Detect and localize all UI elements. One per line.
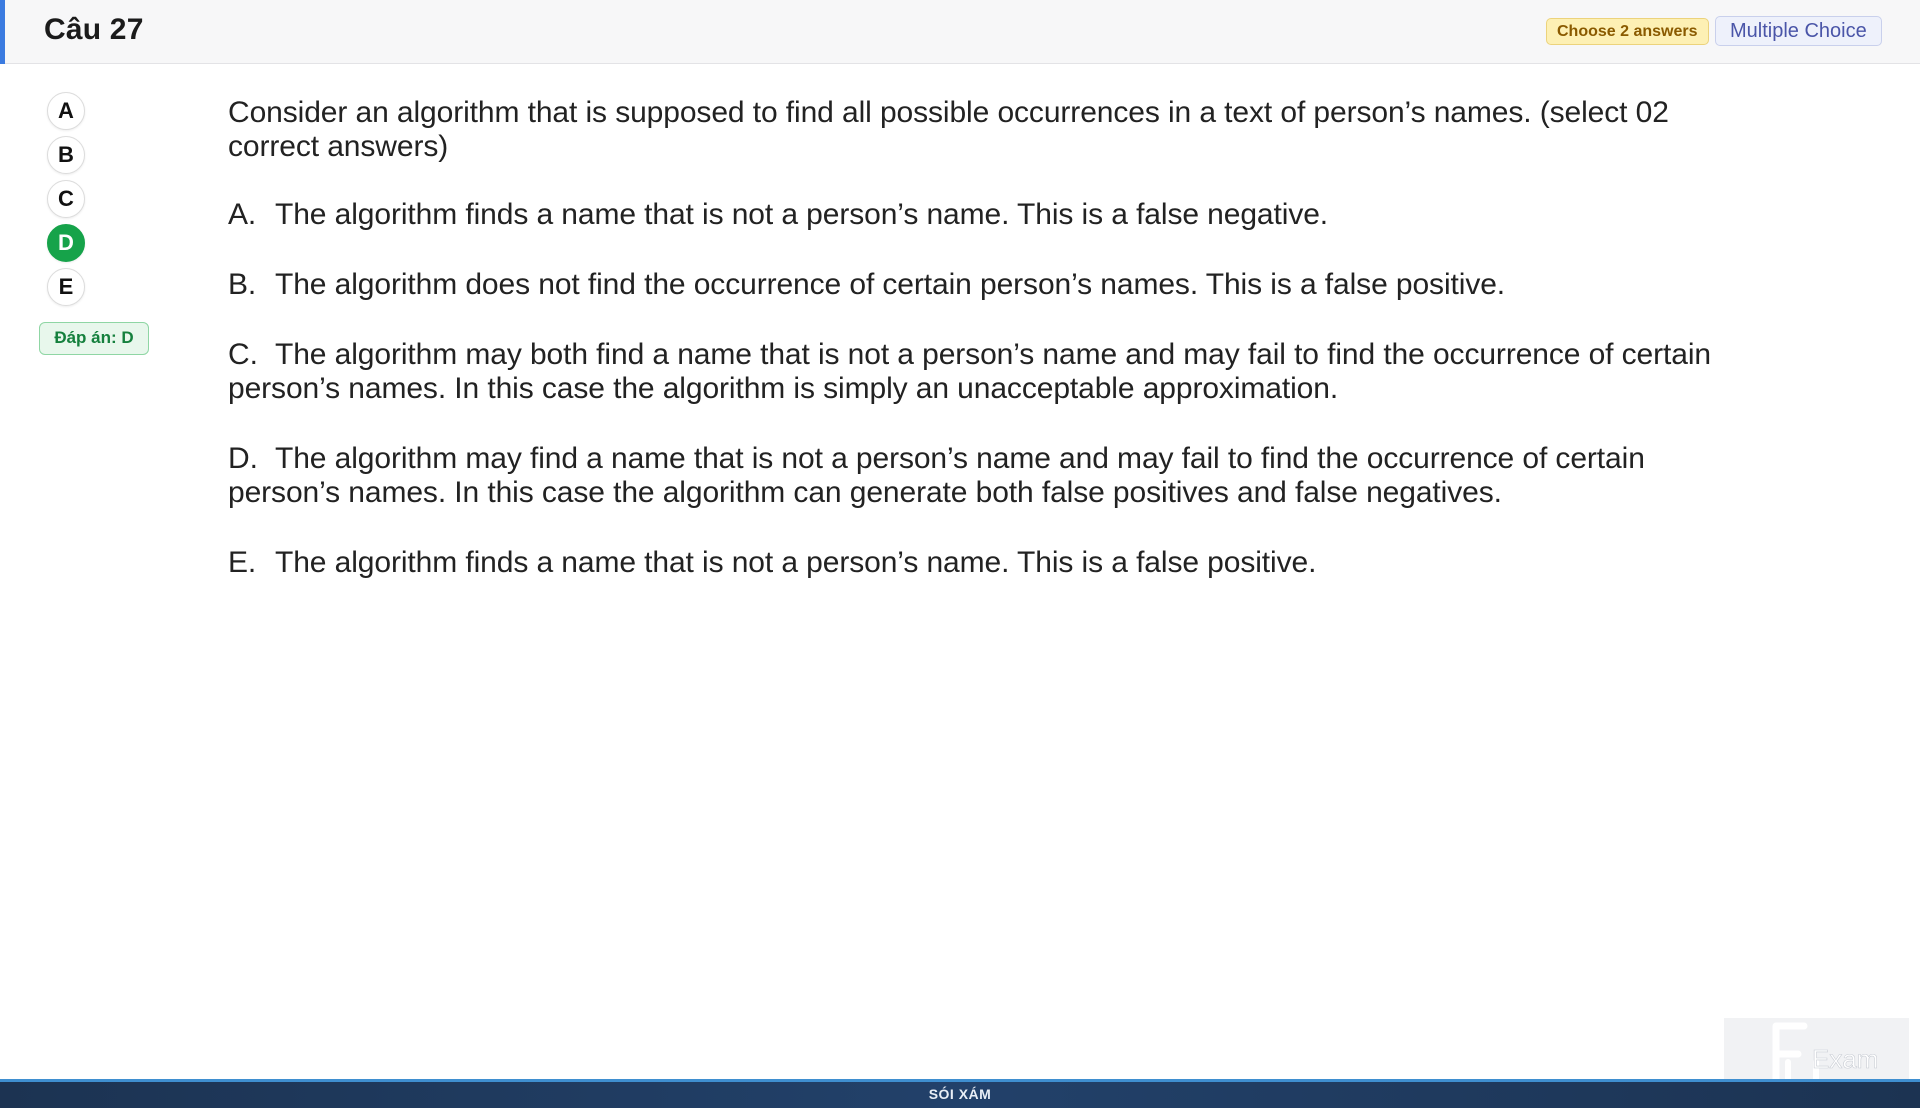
- footer-bar: SÓI XÁM: [0, 1079, 1920, 1108]
- svg-text:Exam: Exam: [1812, 1044, 1878, 1074]
- option-a-button[interactable]: A: [47, 92, 85, 130]
- option-label: B.: [228, 268, 257, 301]
- option-label: C.: [228, 338, 258, 371]
- header-accent-bar: [0, 0, 5, 64]
- question-type-badge: Multiple Choice: [1715, 16, 1882, 46]
- question-option-c: C. The algorithm may both find a name tha…: [228, 338, 1748, 406]
- question-page: Câu 27 Choose 2 answers Multiple Choice …: [0, 0, 1920, 1108]
- option-text: The algorithm may both find a name that …: [228, 338, 1712, 405]
- option-text: The algorithm may find a name that is no…: [228, 442, 1645, 509]
- option-e-button[interactable]: E: [47, 268, 85, 306]
- option-text: The algorithm does not find the occurren…: [275, 268, 1506, 301]
- question-option-b: B. The algorithm does not find the occurr…: [228, 268, 1748, 302]
- option-b-button[interactable]: B: [47, 136, 85, 174]
- question-header: Câu 27 Choose 2 answers Multiple Choice: [0, 0, 1920, 64]
- correct-answer-tag: Đáp án: D: [39, 322, 149, 355]
- option-text: The algorithm finds a name that is not a…: [275, 198, 1329, 231]
- question-content: Consider an algorithm that is supposed t…: [228, 96, 1748, 616]
- option-label: A.: [228, 198, 257, 231]
- option-d-button[interactable]: D: [47, 224, 85, 262]
- choose-count-badge: Choose 2 answers: [1546, 18, 1709, 45]
- question-option-d: D. The algorithm may find a name that is …: [228, 442, 1748, 510]
- option-label: D.: [228, 442, 258, 475]
- option-text: The algorithm finds a name that is not a…: [275, 546, 1317, 579]
- option-label: E.: [228, 546, 257, 579]
- question-option-a: A. The algorithm finds a name that is not…: [228, 198, 1748, 232]
- question-option-e: E. The algorithm finds a name that is not…: [228, 546, 1748, 580]
- option-c-button[interactable]: C: [47, 180, 85, 218]
- question-number-title: Câu 27: [44, 13, 144, 46]
- question-stem: Consider an algorithm that is supposed t…: [228, 96, 1669, 163]
